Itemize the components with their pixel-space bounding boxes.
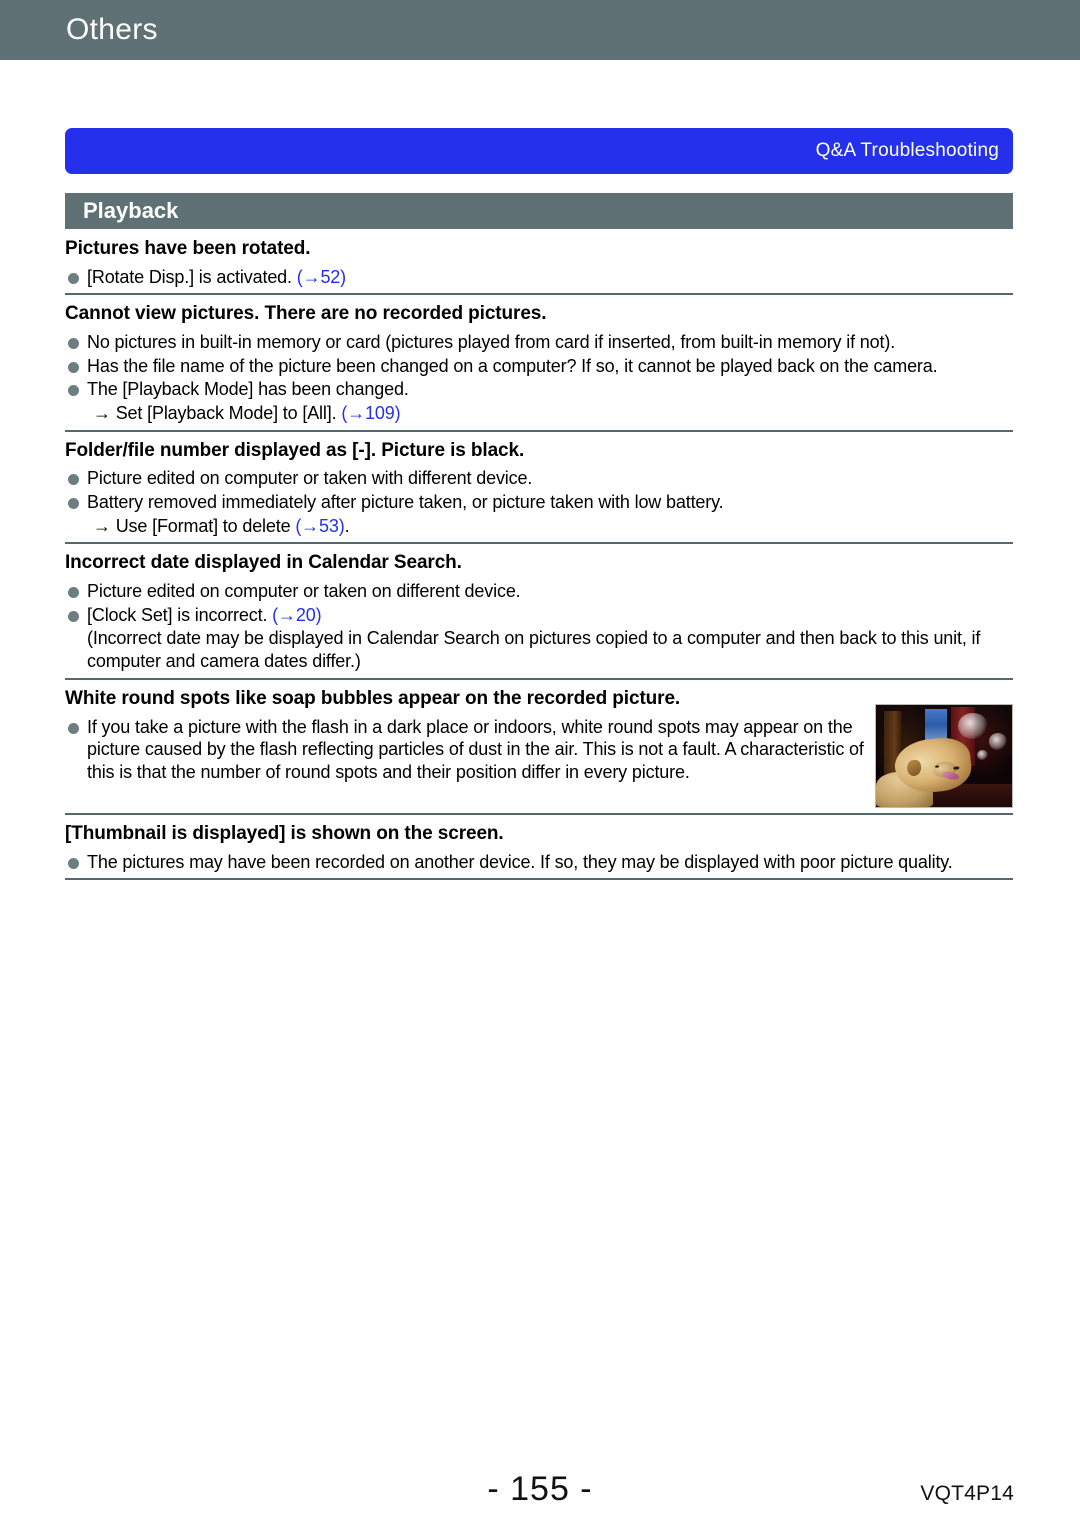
answer-list: Picture edited on computer or taken on d… <box>65 580 1013 673</box>
reference-suffix: . <box>344 515 350 536</box>
page-reference-link[interactable]: (→20) <box>272 605 321 625</box>
note-text: (Incorrect date may be displayed in Cale… <box>87 628 981 672</box>
bullet-text: [Clock Set] is incorrect. <box>87 604 273 625</box>
note-paragraph: (Incorrect date may be displayed in Cale… <box>65 627 1013 672</box>
answer-list: No pictures in built-in memory or card (… <box>65 331 1013 425</box>
section-divider <box>65 542 1013 545</box>
answer-list: Picture edited on computer or taken with… <box>65 467 1013 537</box>
sub-instruction-item: → Set [Playback Mode] to [All]. (→109) <box>65 402 1013 425</box>
bullet-item: No pictures in built-in memory or card (… <box>65 331 1013 354</box>
bullet-dot-icon <box>68 474 79 486</box>
photo-dog-tongue <box>941 771 960 782</box>
example-photo-white-spots <box>875 703 1013 808</box>
qa-question-heading: Cannot view pictures. There are no recor… <box>65 303 547 325</box>
bullet-text: Picture edited on computer or taken on d… <box>87 581 521 602</box>
answer-list: The pictures may have been recorded on a… <box>65 851 1013 874</box>
section-header-label: Playback <box>83 198 179 223</box>
sub-instruction-item: → Use [Format] to delete (→53). <box>65 515 1013 538</box>
document-code: VQT4P14 <box>920 1482 1014 1505</box>
page-reference-link[interactable]: (→53) <box>295 516 344 536</box>
bullet-text: [Rotate Disp.] is activated. <box>87 266 297 287</box>
bullet-item: Picture edited on computer or taken with… <box>65 467 1013 490</box>
bullet-item: If you take a picture with the flash in … <box>65 716 865 784</box>
troubleshooting-content: Pictures have been rotated. [Rotate Disp.… <box>65 234 1013 884</box>
qa-block: Cannot view pictures. There are no recor… <box>65 299 1013 424</box>
sub-instruction-text: → Set [Playback Mode] to [All]. <box>93 403 342 424</box>
bullet-text: If you take a picture with the flash in … <box>87 716 864 782</box>
page-number: - 155 - <box>487 1470 593 1508</box>
page-reference-link[interactable]: (→109) <box>341 403 400 423</box>
photo-dog-ear <box>906 759 922 778</box>
section-divider <box>65 677 1013 680</box>
bullet-dot-icon <box>68 498 79 510</box>
section-divider <box>65 293 1013 296</box>
white-spot-orb <box>957 712 988 740</box>
qa-block-with-photo: White round spots like soap bubbles appe… <box>65 684 1013 808</box>
qa-question-heading: White round spots like soap bubbles appe… <box>65 687 681 709</box>
white-spot-orb <box>976 749 988 760</box>
bullet-item: Picture edited on computer or taken on d… <box>65 580 1013 603</box>
section-divider <box>65 429 1013 432</box>
answer-list: [Rotate Disp.] is activated. (→52) <box>65 266 1013 289</box>
bullet-item: The [Playback Mode] has been changed. <box>65 378 1013 401</box>
bullet-dot-icon <box>68 857 79 869</box>
bullet-text: No pictures in built-in memory or card (… <box>87 332 896 353</box>
qa-question-heading: Incorrect date displayed in Calendar Sea… <box>65 552 462 574</box>
qa-troubleshooting-banner: Q&A Troubleshooting <box>65 128 1013 174</box>
page-footer: - 155 - VQT4P14 <box>0 1470 1080 1520</box>
qa-question-heading: Pictures have been rotated. <box>65 238 311 259</box>
bullet-text: Has the file name of the picture been ch… <box>87 355 938 376</box>
chapter-title: Others <box>66 13 158 46</box>
section-divider <box>65 878 1013 881</box>
qa-block: [Thumbnail is displayed] is shown on the… <box>65 819 1013 873</box>
manual-page: Others Q&A Troubleshooting Playback Pict… <box>0 0 1080 1535</box>
bullet-dot-icon <box>68 272 79 284</box>
qa-block: White round spots like soap bubbles appe… <box>65 684 1013 808</box>
bullet-dot-icon <box>68 385 79 397</box>
bullet-text: Battery removed immediately after pictur… <box>87 492 724 513</box>
answer-list: If you take a picture with the flash in … <box>65 716 865 784</box>
bullet-text: The [Playback Mode] has been changed. <box>87 379 409 400</box>
bullet-dot-icon <box>68 587 79 599</box>
photo-inner <box>876 704 1012 807</box>
bullet-item: Has the file name of the picture been ch… <box>65 355 1013 378</box>
chapter-header-bar: Others <box>0 0 1080 60</box>
qa-block: Folder/file number displayed as [-]. Pic… <box>65 436 1013 538</box>
section-header-playback: Playback <box>65 193 1013 229</box>
bullet-dot-icon <box>68 361 79 373</box>
bullet-dot-icon <box>68 722 79 734</box>
white-spot-orb <box>988 733 1007 750</box>
bullet-item: Battery removed immediately after pictur… <box>65 491 1013 514</box>
bullet-dot-icon <box>68 610 79 622</box>
bullet-dot-icon <box>68 338 79 350</box>
qa-block: Pictures have been rotated. [Rotate Disp.… <box>65 234 1013 288</box>
bullet-item: [Rotate Disp.] is activated. (→52) <box>65 266 1013 289</box>
bullet-text: The pictures may have been recorded on a… <box>87 851 953 872</box>
section-divider <box>65 812 1013 815</box>
qa-banner-label: Q&A Troubleshooting <box>815 140 999 161</box>
bullet-item: [Clock Set] is incorrect. (→20) <box>65 604 1013 627</box>
bullet-item: The pictures may have been recorded on a… <box>65 851 1013 874</box>
qa-question-heading: Folder/file number displayed as [-]. Pic… <box>65 439 525 461</box>
qa-text-column: White round spots like soap bubbles appe… <box>65 684 865 785</box>
page-reference-link[interactable]: (→52) <box>297 267 346 287</box>
sub-instruction-text: → Use [Format] to delete <box>93 515 296 536</box>
bullet-text: Picture edited on computer or taken with… <box>87 468 533 489</box>
qa-question-heading: [Thumbnail is displayed] is shown on the… <box>65 822 504 844</box>
qa-block: Incorrect date displayed in Calendar Sea… <box>65 548 1013 672</box>
